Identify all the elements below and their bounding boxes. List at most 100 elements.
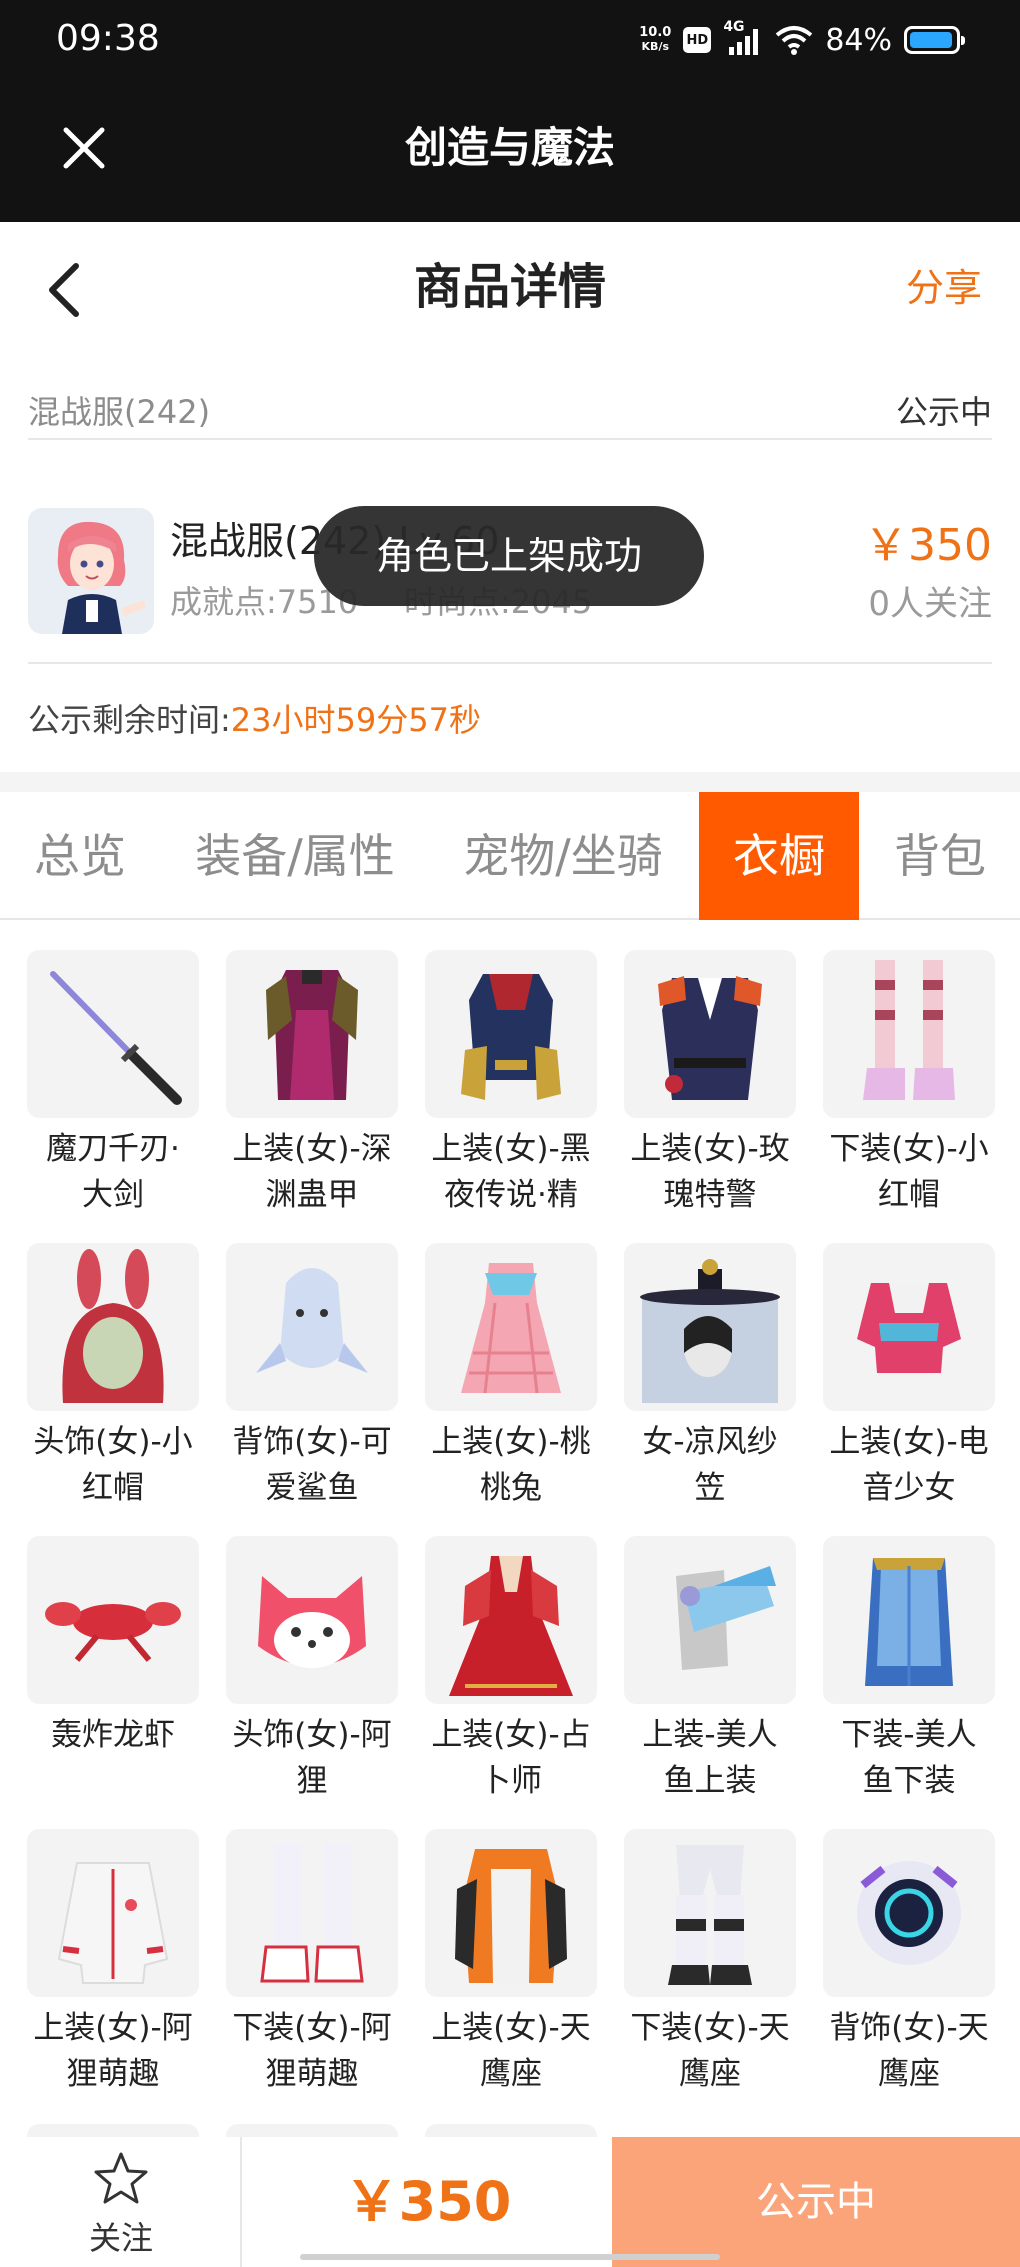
server-name: 混战服(242) — [28, 393, 211, 431]
item-name: 上装-美人 鱼上装 — [642, 1717, 778, 1799]
wardrobe-item-20[interactable]: 背饰(女)-天 鹰座 — [823, 1829, 995, 2119]
follow-label: 关注 — [88, 2219, 153, 2257]
item-name: 上装(女)-玫 瑰特警 — [630, 1131, 790, 1213]
app-title: 创造与魔法 — [404, 123, 615, 172]
wardrobe-item-11[interactable]: 轰炸龙虾 — [27, 1536, 199, 1826]
star-icon — [94, 2152, 148, 2204]
wardrobe-item-16[interactable]: 上装(女)-阿 狸萌趣 — [27, 1829, 199, 2119]
mermaid-top-icon — [624, 1536, 796, 1704]
item-name: 背饰(女)-天 鹰座 — [829, 2010, 989, 2092]
status-icons: 10.0 KB/s HD 4G 84% — [639, 18, 965, 62]
tab-overview[interactable]: 总览 — [0, 792, 160, 920]
tab-bar: 总览 装备/属性 宠物/坐骑 衣橱 背包 — [0, 792, 1020, 920]
wardrobe-item-3[interactable]: 上装(女)-黑 夜传说·精 — [425, 950, 597, 1240]
battery-percent: 84% — [825, 22, 892, 58]
screen: { "status_bar": { "time": "09:38", "net_… — [0, 0, 1020, 2267]
pink-crop-jacket-icon — [823, 1243, 995, 1411]
red-gown-icon — [425, 1536, 597, 1704]
remaining-time-value: 23小时59分57秒 — [230, 701, 481, 739]
item-name: 上装(女)-深 渊蛊甲 — [232, 1131, 392, 1213]
item-name: 轰炸龙虾 — [51, 1717, 175, 1753]
item-name: 魔刀千刃· 大剑 — [46, 1131, 180, 1213]
item-name: 背饰(女)-可 爱鲨鱼 — [232, 1424, 392, 1506]
white-hoodie-icon — [27, 1829, 199, 1997]
katana-sword-icon — [27, 950, 199, 1118]
item-name: 上装(女)-电 音少女 — [829, 1424, 989, 1506]
share-button[interactable]: 分享 — [906, 260, 982, 316]
wardrobe-item-17[interactable]: 下装(女)-阿 狸萌趣 — [226, 1829, 398, 2119]
follow-button[interactable]: 关注 — [0, 2137, 242, 2267]
follower-count: 0人关注 — [868, 584, 992, 624]
veiled-hat-icon — [624, 1243, 796, 1411]
item-name: 头饰(女)-小 红帽 — [33, 1424, 193, 1506]
page-header: 商品详情 分享 — [0, 222, 1020, 352]
wardrobe-item-18[interactable]: 上装(女)-天 鹰座 — [425, 1829, 597, 2119]
net-speed-unit: KB/s — [641, 40, 670, 53]
wardrobe-item-1[interactable]: 魔刀千刃· 大剑 — [27, 950, 199, 1240]
wardrobe-item-5[interactable]: 下装(女)-小 红帽 — [823, 950, 995, 1240]
item-name: 女-凉风纱笠 — [642, 1424, 778, 1506]
orange-mecha-jacket-icon — [425, 1829, 597, 1997]
police-uniform-icon — [624, 950, 796, 1118]
wardrobe-item-13[interactable]: 上装(女)-占 卜师 — [425, 1536, 597, 1826]
dark-armor-outfit-icon — [226, 950, 398, 1118]
cell-signal-icon: 4G — [723, 19, 763, 57]
product-price: ￥350 — [864, 520, 992, 571]
item-name: 下装(女)-小 红帽 — [829, 1131, 989, 1213]
wifi-icon — [776, 26, 813, 55]
item-name: 上装(女)-桃 桃兔 — [431, 1424, 591, 1506]
net-speed-value: 10.0 — [639, 25, 672, 40]
remaining-time: 公示剩余时间:23小时59分57秒 — [28, 698, 481, 742]
status-time: 09:38 — [56, 18, 160, 59]
mecha-pants-icon — [624, 1829, 796, 1997]
item-name: 下装(女)-阿 狸萌趣 — [232, 2010, 392, 2092]
wardrobe-item-7[interactable]: 背饰(女)-可 爱鲨鱼 — [226, 1243, 398, 1533]
item-name: 头饰(女)-阿狸 — [232, 1717, 392, 1799]
status-label: 公示中 — [895, 393, 992, 431]
wardrobe-item-6[interactable]: 头饰(女)-小 红帽 — [27, 1243, 199, 1533]
battery-icon — [904, 26, 965, 54]
tab-wardrobe[interactable]: 衣橱 — [699, 792, 859, 920]
wardrobe-item-4[interactable]: 上装(女)-玫 瑰特警 — [624, 950, 796, 1240]
fox-head-icon — [226, 1536, 398, 1704]
item-name: 下装(女)-天 鹰座 — [630, 2010, 790, 2092]
network-speed: 10.0 KB/s — [639, 26, 671, 54]
bottom-price: ￥350 — [344, 2170, 512, 2233]
tab-pets-mounts[interactable]: 宠物/坐骑 — [448, 792, 678, 920]
wardrobe-item-2[interactable]: 上装(女)-深 渊蛊甲 — [226, 950, 398, 1240]
orb-device-icon — [823, 1829, 995, 1997]
wardrobe-item-19[interactable]: 下装(女)-天 鹰座 — [624, 1829, 796, 2119]
page-title: 商品详情 — [413, 259, 606, 315]
character-avatar — [28, 508, 154, 634]
next-row-peek — [0, 2124, 612, 2137]
wardrobe-item-12[interactable]: 头饰(女)-阿狸 — [226, 1536, 398, 1826]
shark-backpack-icon — [226, 1243, 398, 1411]
toast-message: 角色已上架成功 — [314, 506, 704, 606]
striped-stockings-icon — [823, 950, 995, 1118]
item-name: 上装(女)-黑 夜传说·精 — [431, 1131, 591, 1213]
tab-backpack[interactable]: 背包 — [860, 792, 1020, 920]
publicity-status-button[interactable]: 公示中 — [612, 2137, 1020, 2267]
remaining-time-label: 公示剩余时间: — [28, 701, 231, 739]
server-row: 混战服(242) 公示中 — [28, 380, 992, 440]
bottom-bar: 关注 ￥350 公示中 — [0, 2137, 1020, 2267]
hd-icon: HD — [683, 27, 712, 53]
top-bar: 09:38 10.0 KB/s HD 4G 84% 创造与魔法 — [0, 0, 1020, 222]
wardrobe-item-8[interactable]: 上装(女)-桃 桃兔 — [425, 1243, 597, 1533]
white-boots-icon — [226, 1829, 398, 1997]
home-indicator[interactable] — [300, 2254, 720, 2260]
tab-equipment[interactable]: 装备/属性 — [180, 792, 410, 920]
item-name: 上装(女)-占 卜师 — [431, 1717, 591, 1799]
item-name: 上装(女)-天 鹰座 — [431, 2010, 591, 2092]
section-divider — [0, 772, 1020, 792]
mermaid-tail-icon — [823, 1536, 995, 1704]
wardrobe-item-10[interactable]: 上装(女)-电 音少女 — [823, 1243, 995, 1533]
item-name: 上装(女)-阿 狸萌趣 — [33, 2010, 193, 2092]
red-bunny-hood-icon — [27, 1243, 199, 1411]
wardrobe-item-15[interactable]: 下装-美人 鱼下装 — [823, 1536, 995, 1826]
pink-plaid-dress-icon — [425, 1243, 597, 1411]
wardrobe-item-9[interactable]: 女-凉风纱笠 — [624, 1243, 796, 1533]
navy-gold-outfit-icon — [425, 950, 597, 1118]
item-name: 下装-美人 鱼下装 — [841, 1717, 977, 1799]
wardrobe-item-14[interactable]: 上装-美人 鱼上装 — [624, 1536, 796, 1826]
